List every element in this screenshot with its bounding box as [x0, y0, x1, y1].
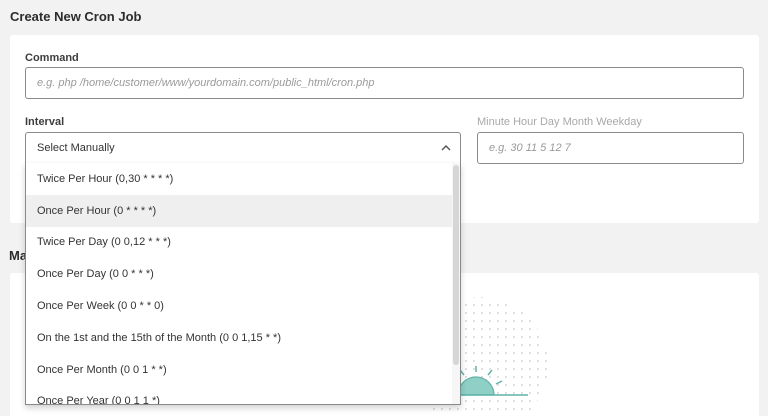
manual-schedule-label: Minute Hour Day Month Weekday [477, 116, 642, 128]
interval-selected-value: Select Manually [37, 142, 115, 154]
interval-option-hovered[interactable]: Once Per Hour (0 * * * *) [26, 194, 460, 227]
interval-dropdown-menu: Twice Per Hour (0,30 * * * *) Once Per H… [25, 163, 461, 405]
command-label: Command [25, 52, 79, 64]
manual-schedule-input[interactable]: e.g. 30 11 5 12 7 [477, 132, 744, 164]
interval-select[interactable]: Select Manually [25, 132, 461, 164]
interval-option[interactable]: Once Per Month (0 0 1 * *) [26, 354, 460, 386]
interval-option[interactable]: Once Per Week (0 0 * * 0) [26, 290, 460, 322]
interval-option[interactable]: Once Per Year (0 0 1 1 *) [26, 386, 460, 404]
interval-option[interactable]: Once Per Day (0 0 * * *) [26, 258, 460, 290]
interval-label: Interval [25, 116, 65, 128]
interval-option[interactable]: Twice Per Hour (0,30 * * * *) [26, 163, 460, 195]
page-title: Create New Cron Job [10, 9, 142, 24]
command-placeholder: e.g. php /home/customer/www/yourdomain.c… [37, 77, 375, 89]
scrollbar-thumb[interactable] [453, 165, 459, 365]
command-input[interactable]: e.g. php /home/customer/www/yourdomain.c… [25, 67, 744, 99]
manual-schedule-placeholder: e.g. 30 11 5 12 7 [489, 142, 571, 154]
interval-option[interactable]: Twice Per Day (0 0,12 * * *) [26, 227, 460, 259]
chevron-up-icon[interactable] [432, 138, 460, 158]
dropdown-scrollbar[interactable] [452, 163, 460, 404]
interval-option[interactable]: On the 1st and the 15th of the Month (0 … [26, 322, 460, 354]
